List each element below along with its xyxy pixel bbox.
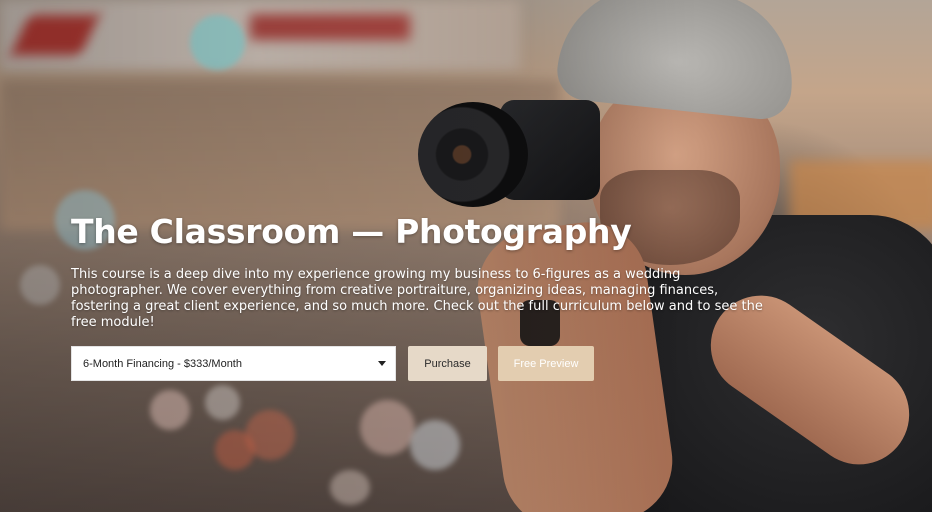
course-description: This course is a deep dive into my exper… (71, 267, 763, 330)
plan-select-value: 6-Month Financing - $333/Month (83, 357, 242, 370)
plan-select[interactable]: 6-Month Financing - $333/Month (71, 346, 396, 381)
free-preview-button[interactable]: Free Preview (498, 346, 594, 381)
hero-section: The Classroom — Photography This course … (0, 0, 932, 512)
chevron-down-icon (378, 361, 386, 366)
purchase-controls: 6-Month Financing - $333/Month Purchase … (71, 346, 594, 381)
page-title: The Classroom — Photography (71, 212, 632, 251)
purchase-button[interactable]: Purchase (408, 346, 487, 381)
hero-content: The Classroom — Photography This course … (71, 210, 771, 331)
